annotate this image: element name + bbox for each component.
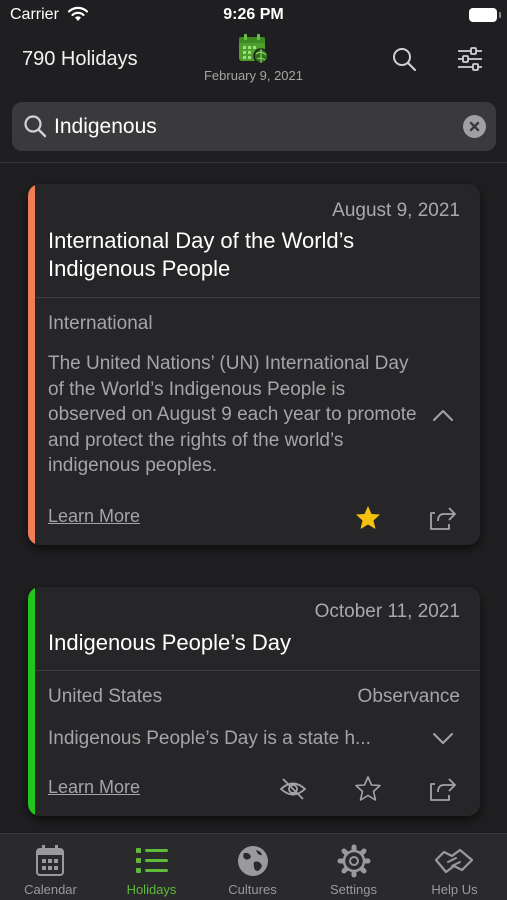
tab-bar: Calendar Holidays Cultures Settings Help…	[0, 833, 507, 900]
card-accent-stripe	[28, 184, 35, 545]
star-outline-icon[interactable]	[354, 775, 382, 803]
holiday-date: October 11, 2021	[314, 601, 460, 622]
hide-eye-icon[interactable]	[279, 775, 307, 803]
star-filled-icon[interactable]	[354, 504, 382, 532]
search-bar	[12, 102, 496, 151]
tab-settings[interactable]: Settings	[303, 834, 404, 900]
holiday-type: Observance	[357, 686, 460, 707]
holiday-card[interactable]: August 9, 2021 International Day of the …	[28, 184, 480, 545]
tab-label: Calendar	[24, 882, 77, 897]
handshake-icon	[434, 848, 474, 874]
holiday-date: August 9, 2021	[332, 200, 460, 221]
card-accent-stripe	[28, 587, 35, 816]
calendar-icon	[36, 845, 64, 876]
learn-more-link[interactable]: Learn More	[48, 506, 140, 527]
tab-cultures[interactable]: Cultures	[202, 834, 303, 900]
card-divider	[35, 670, 480, 671]
clock: 9:26 PM	[223, 6, 284, 23]
holiday-description: The United Nations’ (UN) International D…	[48, 353, 417, 476]
holiday-region: International	[48, 313, 153, 334]
tab-label: Settings	[330, 882, 377, 897]
clear-search-icon[interactable]	[463, 115, 486, 138]
divider	[0, 162, 507, 163]
list-icon	[136, 848, 168, 873]
battery-icon	[469, 8, 501, 22]
share-icon[interactable]	[428, 504, 456, 532]
holiday-card[interactable]: October 11, 2021 Indigenous People’s Day…	[28, 587, 480, 816]
filter-sliders-icon[interactable]	[456, 46, 484, 72]
tab-label: Holidays	[126, 882, 177, 897]
chevron-up-icon[interactable]	[432, 408, 454, 422]
holiday-description: Indigenous People’s Day is a state h...	[48, 728, 371, 749]
app-header: 790 Holidays February 9, 2021	[0, 32, 507, 92]
holiday-title: Indigenous People’s Day	[48, 630, 291, 655]
calendar-globe-icon[interactable]	[237, 32, 269, 64]
tab-calendar[interactable]: Calendar	[0, 834, 101, 900]
card-divider	[35, 297, 480, 298]
tab-label: Cultures	[228, 882, 277, 897]
search-icon[interactable]	[391, 46, 417, 72]
chevron-down-icon[interactable]	[432, 732, 454, 746]
search-input[interactable]	[54, 110, 454, 143]
holiday-title: International Day of the World’s Indigen…	[48, 228, 355, 281]
learn-more-link[interactable]: Learn More	[48, 777, 140, 798]
magnifier-icon	[24, 115, 47, 138]
tab-label: Help Us	[431, 882, 478, 897]
current-date: February 9, 2021	[203, 68, 303, 83]
status-bar: Carrier 9:26 PM	[0, 0, 507, 32]
tab-holidays[interactable]: Holidays	[101, 834, 202, 900]
holiday-region: United States	[48, 686, 163, 707]
globe-icon	[238, 846, 268, 876]
gear-icon	[337, 844, 371, 878]
tab-help-us[interactable]: Help Us	[404, 834, 505, 900]
share-icon[interactable]	[428, 775, 456, 803]
